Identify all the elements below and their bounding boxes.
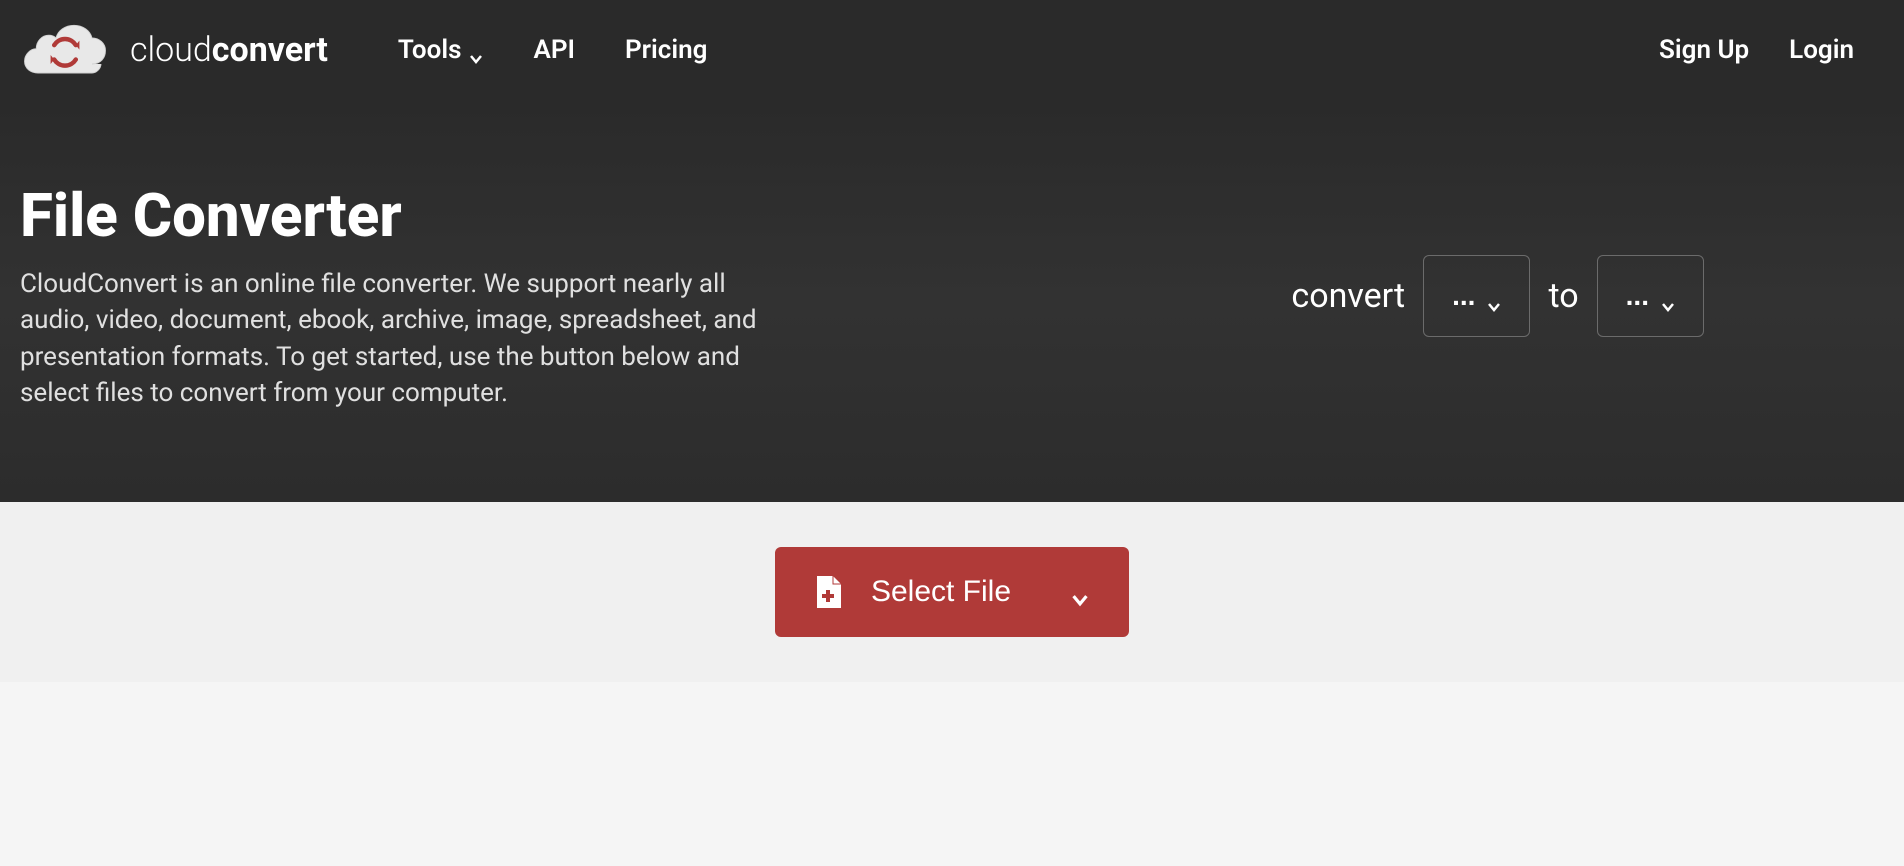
nav-signup-label: Sign Up bbox=[1659, 35, 1749, 65]
cloud-logo-icon bbox=[20, 23, 110, 78]
brand-name: cloudconvert bbox=[130, 30, 328, 70]
from-format-selector[interactable]: ... bbox=[1423, 255, 1530, 337]
chevron-down-icon bbox=[469, 43, 483, 57]
nav-links: Tools API Pricing bbox=[398, 35, 708, 65]
nav-api[interactable]: API bbox=[533, 35, 575, 65]
convert-label: convert bbox=[1291, 276, 1405, 316]
to-format-value: ... bbox=[1626, 280, 1649, 312]
file-plus-icon bbox=[815, 576, 841, 608]
chevron-down-icon bbox=[1071, 583, 1089, 601]
select-file-button[interactable]: Select File bbox=[775, 547, 1129, 637]
chevron-down-icon bbox=[1661, 289, 1675, 303]
nav-login[interactable]: Login bbox=[1789, 35, 1854, 65]
select-file-label: Select File bbox=[871, 575, 1011, 609]
nav-api-label: API bbox=[533, 35, 575, 65]
nav-tools-label: Tools bbox=[398, 35, 462, 65]
nav-signup[interactable]: Sign Up bbox=[1659, 35, 1749, 65]
nav-login-label: Login bbox=[1789, 35, 1854, 65]
page-title: File Converter bbox=[20, 180, 760, 251]
page-description: CloudConvert is an online file converter… bbox=[20, 266, 760, 412]
to-format-selector[interactable]: ... bbox=[1597, 255, 1704, 337]
chevron-down-icon bbox=[1487, 289, 1501, 303]
to-label: to bbox=[1548, 276, 1578, 316]
nav-tools[interactable]: Tools bbox=[398, 35, 484, 65]
nav-pricing-label: Pricing bbox=[625, 35, 707, 65]
logo[interactable]: cloudconvert bbox=[20, 23, 328, 78]
from-format-value: ... bbox=[1452, 280, 1475, 312]
hero-section: File Converter CloudConvert is an online… bbox=[0, 100, 1904, 502]
hero-text: File Converter CloudConvert is an online… bbox=[20, 180, 760, 412]
nav-pricing[interactable]: Pricing bbox=[625, 35, 707, 65]
convert-selector-row: convert ... to ... bbox=[1291, 255, 1884, 337]
header: cloudconvert Tools API Pricing Sign Up L… bbox=[0, 0, 1904, 100]
main-content: Select File bbox=[0, 502, 1904, 682]
nav-right: Sign Up Login bbox=[1659, 35, 1884, 65]
